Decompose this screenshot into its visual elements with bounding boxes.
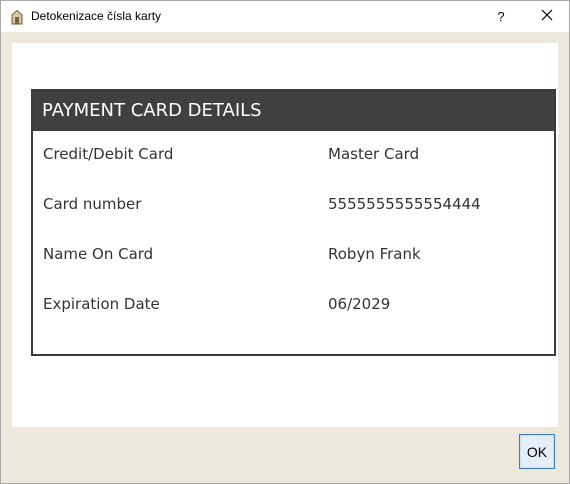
ok-button[interactable]: OK bbox=[519, 434, 555, 469]
name-on-card-label: Name On Card bbox=[43, 245, 154, 263]
card-header: PAYMENT CARD DETAILS bbox=[33, 91, 554, 131]
app-icon bbox=[10, 9, 24, 25]
help-button[interactable]: ? bbox=[479, 1, 523, 32]
dialog-window: Detokenizace čísla karty ? PAYMENT CARD … bbox=[0, 0, 570, 484]
name-on-card-value: Robyn Frank bbox=[328, 245, 421, 263]
expiration-date-value: 06/2029 bbox=[328, 295, 391, 313]
help-icon: ? bbox=[497, 9, 505, 24]
close-button[interactable] bbox=[525, 1, 569, 32]
title-bar: Detokenizace čísla karty ? bbox=[1, 1, 569, 32]
window-title: Detokenizace čísla karty bbox=[31, 9, 162, 23]
card-number-value: 5555555555554444 bbox=[328, 195, 481, 213]
card-number-label: Card number bbox=[43, 195, 142, 213]
payment-card-panel: PAYMENT CARD DETAILS Credit/Debit Card M… bbox=[31, 89, 556, 356]
content-panel: PAYMENT CARD DETAILS Credit/Debit Card M… bbox=[12, 43, 558, 427]
close-icon bbox=[541, 8, 553, 26]
card-title: PAYMENT CARD DETAILS bbox=[42, 100, 262, 121]
card-type-label: Credit/Debit Card bbox=[43, 145, 174, 163]
card-type-value: Master Card bbox=[328, 145, 420, 163]
expiration-date-label: Expiration Date bbox=[43, 295, 160, 313]
